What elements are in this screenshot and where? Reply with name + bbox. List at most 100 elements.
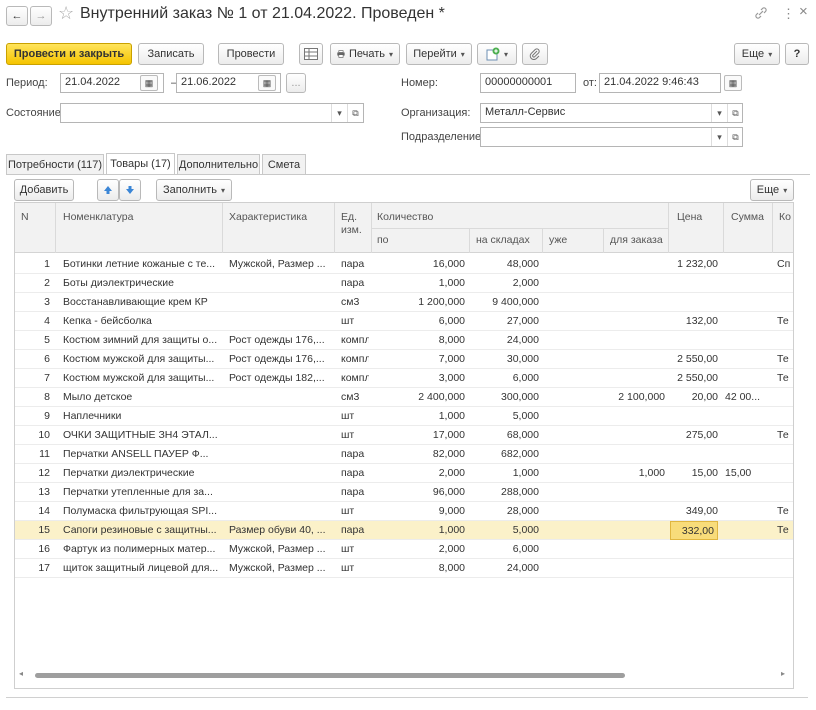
number-value: 00000000001: [485, 76, 553, 88]
cell-price: 132,00: [685, 315, 718, 327]
cell-unit: компл: [341, 334, 369, 346]
tab-estimate[interactable]: Смета: [262, 154, 306, 174]
printer-icon: [337, 50, 345, 58]
table-row[interactable]: 3 Восстанавливающие крем КР см3 1 200,000 9 …: [15, 293, 793, 312]
cell-stock: 28,000: [506, 505, 539, 517]
post-and-close-button[interactable]: Провести и закрыть: [6, 43, 132, 65]
period-select-button[interactable]: ...: [286, 73, 306, 93]
table-row[interactable]: 11 Перчатки ANSELL ПАУЕР Ф... пара 82,000 68…: [15, 445, 793, 464]
table-more-button[interactable]: Еще ▾: [750, 179, 794, 201]
table-row[interactable]: 8 Мыло детское см3 2 400,000 300,000 2 100,00…: [15, 388, 793, 407]
calendar-icon[interactable]: ▦: [140, 75, 158, 91]
create-based-button[interactable]: ▾: [477, 43, 517, 65]
table-row[interactable]: 16 Фартук из полимерных матер... Мужской, …: [15, 540, 793, 559]
cell-order: 1,000: [638, 467, 665, 479]
organization-field[interactable]: Металл-Сервис: [480, 103, 743, 123]
table-row[interactable]: 17 щиток защитный лицевой для... Мужской, …: [15, 559, 793, 578]
forward-arrow-icon: →: [35, 10, 47, 22]
bottom-divider: [6, 697, 808, 698]
table-row[interactable]: 10 ОЧКИ ЗАЩИТНЫЕ ЗН4 ЭТАЛ... шт 17,000 68,00…: [15, 426, 793, 445]
col-qty-order[interactable]: для заказа: [610, 234, 663, 246]
attach-button[interactable]: [522, 43, 548, 65]
open-icon[interactable]: ⧉: [347, 104, 363, 122]
forward-button[interactable]: →: [30, 6, 52, 26]
cell-po: 1,000: [438, 277, 465, 289]
tab-needs-label: Потребности (117): [7, 158, 103, 171]
close-icon[interactable]: ×: [799, 3, 808, 20]
print-button[interactable]: Печать ▾: [330, 43, 400, 65]
department-field[interactable]: [480, 127, 743, 147]
post-button[interactable]: Провести: [218, 43, 284, 65]
link-icon[interactable]: [754, 6, 768, 20]
table-row[interactable]: 7 Костюм мужской для защиты... Рост одежды…: [15, 369, 793, 388]
goto-button[interactable]: Перейти ▾: [406, 43, 472, 65]
calendar-icon[interactable]: ▦: [258, 75, 276, 91]
add-row-button[interactable]: Добавить: [14, 179, 74, 201]
scrollbar-thumb[interactable]: [35, 673, 625, 678]
post-and-close-label: Провести и закрыть: [13, 48, 125, 60]
date-field[interactable]: 21.04.2022 9:46:43: [599, 73, 721, 93]
goods-table[interactable]: N Номенклатура Характеристика Ед. изм. К…: [14, 202, 794, 689]
move-up-button[interactable]: [97, 179, 119, 201]
help-button[interactable]: ?: [785, 43, 809, 65]
cell-ko: Те: [777, 372, 789, 384]
cell-stock: 682,000: [501, 448, 539, 460]
horizontal-scrollbar[interactable]: ◂ ▸: [19, 669, 789, 680]
arrow-down-icon: [126, 186, 134, 194]
chevron-down-icon[interactable]: ▾: [711, 128, 727, 146]
table-header: N Номенклатура Характеристика Ед. изм. К…: [15, 203, 793, 253]
col-n[interactable]: N: [21, 211, 29, 223]
cell-unit: компл: [341, 372, 369, 384]
col-price[interactable]: Цена: [677, 211, 702, 223]
table-row[interactable]: 4 Кепка - бейсболка шт 6,000 27,000 132,00 Те: [15, 312, 793, 331]
open-icon[interactable]: ⧉: [727, 128, 743, 146]
tab-needs[interactable]: Потребности (117): [6, 154, 104, 174]
cell-ko: Те: [777, 524, 789, 536]
cell-char: Рост одежды 176,...: [229, 353, 325, 365]
cell-price[interactable]: 332,00: [670, 521, 718, 540]
table-view-button[interactable]: [299, 43, 323, 65]
state-field[interactable]: [60, 103, 364, 123]
tab-additional[interactable]: Дополнительно: [177, 154, 260, 174]
number-label: Номер:: [401, 77, 438, 89]
table-row[interactable]: 12 Перчатки диэлектрические пара 2,000 1,000…: [15, 464, 793, 483]
chevron-down-icon[interactable]: ▾: [331, 104, 347, 122]
tab-goods-label: Товары (17): [110, 158, 171, 170]
table-row[interactable]: 14 Полумаска фильтрующая SPI... шт 9,000 28,…: [15, 502, 793, 521]
col-ko[interactable]: Ко: [779, 211, 791, 223]
cell-stock: 24,000: [506, 562, 539, 574]
table-row[interactable]: 9 Наплечники шт 1,000 5,000: [15, 407, 793, 426]
move-down-button[interactable]: [119, 179, 141, 201]
col-sum[interactable]: Сумма: [731, 211, 764, 223]
cell-ko: Те: [777, 429, 789, 441]
more-button[interactable]: Еще ▾: [734, 43, 780, 65]
col-nomenclature[interactable]: Номенклатура: [63, 211, 133, 223]
more-vert-icon[interactable]: ⋮: [782, 6, 795, 22]
save-button[interactable]: Записать: [138, 43, 204, 65]
col-unit[interactable]: Ед.: [341, 211, 357, 223]
table-row[interactable]: 1 Ботинки летние кожаные с те... Мужской, …: [15, 255, 793, 274]
favorite-star-icon[interactable]: ☆: [58, 3, 74, 24]
cell-nom: Перчатки ANSELL ПАУЕР Ф...: [63, 448, 209, 460]
scroll-left-icon[interactable]: ◂: [19, 669, 23, 678]
table-row[interactable]: 5 Костюм зимний для защиты о... Рост одежд…: [15, 331, 793, 350]
cell-po: 96,000: [432, 486, 465, 498]
chevron-down-icon[interactable]: ▾: [711, 104, 727, 122]
open-icon[interactable]: ⧉: [727, 104, 743, 122]
col-qty-po[interactable]: по: [377, 234, 389, 246]
calendar-icon[interactable]: ▦: [724, 75, 742, 91]
table-row[interactable]: 2 Боты диэлектрические пара 1,000 2,000: [15, 274, 793, 293]
col-characteristic[interactable]: Характеристика: [229, 211, 307, 223]
table-row[interactable]: 6 Костюм мужской для защиты... Рост одежды…: [15, 350, 793, 369]
fill-button[interactable]: Заполнить ▾: [156, 179, 232, 201]
cell-nom: Мыло детское: [63, 391, 133, 403]
table-row[interactable]: 13 Перчатки утепленные для за... пара 96,00…: [15, 483, 793, 502]
scroll-right-icon[interactable]: ▸: [781, 669, 785, 678]
cell-sum: 15,00: [725, 467, 752, 479]
back-button[interactable]: ←: [6, 6, 28, 26]
col-qty-already[interactable]: уже: [549, 234, 567, 246]
col-qty-stock[interactable]: на складах: [476, 234, 530, 246]
table-row[interactable]: 15 Сапоги резиновые с защитны... Размер об…: [15, 521, 793, 540]
tab-goods[interactable]: Товары (17): [106, 153, 175, 174]
number-field[interactable]: 00000000001: [480, 73, 576, 93]
